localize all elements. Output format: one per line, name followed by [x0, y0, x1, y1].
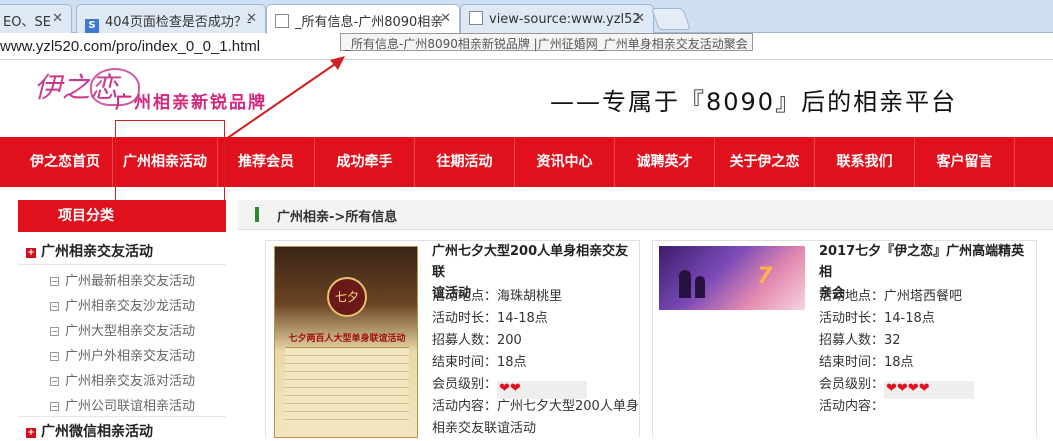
breadcrumb: 广州相亲->所有信息 — [237, 200, 1053, 230]
activity-end-time: 结束时间：18点 — [819, 355, 914, 370]
minus-icon: − — [50, 377, 59, 386]
sidebar-section[interactable]: + 广州相亲交友活动 — [26, 241, 153, 261]
sidebar-item-label: 广州大型相亲交友活动 — [65, 324, 196, 339]
nav-item-home[interactable]: 伊之恋首页 — [18, 137, 113, 187]
activity-content: 相亲交友联谊活动 — [432, 421, 537, 436]
minus-icon: − — [50, 327, 59, 336]
activity-content: 活动内容： — [819, 399, 885, 414]
couple-silhouette-icon — [695, 276, 705, 298]
minus-icon: − — [50, 302, 59, 311]
sidebar-item[interactable]: − 广州相亲交友派对活动 — [50, 370, 195, 389]
sidebar-item[interactable]: − 广州户外相亲交友活动 — [50, 345, 195, 364]
activity-recruit: 招募人数：200 — [432, 333, 522, 348]
divider — [18, 264, 226, 265]
sidebar-heading: 项目分类 — [18, 200, 226, 232]
sidebar-item-label: 广州相亲交友沙龙活动 — [65, 299, 196, 314]
activity-location: 活动地点：海珠胡桃里 — [432, 289, 563, 304]
sidebar-item[interactable]: − 广州最新相亲交友活动 — [50, 270, 195, 289]
activity-poster[interactable]: 7 — [659, 246, 805, 310]
activity-poster[interactable]: 七夕 七夕两百人大型单身联谊活动 — [274, 246, 418, 438]
title-line: 广州七夕大型200人单身相亲交友联 — [432, 244, 629, 280]
nav-item-past[interactable]: 往期活动 — [415, 137, 515, 187]
divider — [18, 416, 226, 417]
activity-duration: 活动时长：14-18点 — [819, 311, 935, 326]
nav-item-message[interactable]: 客户留言 — [915, 137, 1015, 187]
poster-subtitle: 七夕两百人大型单身联谊活动 — [288, 334, 406, 344]
sidebar-item-label: 广州户外相亲交友活动 — [65, 349, 196, 364]
level-label: 会员级别： — [432, 377, 498, 392]
poster-badge: 七夕 — [327, 277, 367, 317]
couple-silhouette-icon — [679, 270, 691, 298]
annotation-box — [115, 120, 225, 208]
nav-item-contact[interactable]: 联系我们 — [815, 137, 915, 187]
activity-card[interactable]: 七夕 七夕两百人大型单身联谊活动 广州七夕大型200人单身相亲交友联 谊活动 活… — [265, 240, 640, 438]
activity-recruit: 招募人数：32 — [819, 333, 901, 348]
section-label: 广州微信相亲活动 — [41, 424, 153, 440]
activity-location: 活动地点：广州塔西餐吧 — [819, 289, 963, 304]
activity-card[interactable]: 7 2017七夕『伊之恋』广州高端精英相 亲会 活动地点：广州塔西餐吧 活动时长… — [652, 240, 1037, 437]
minus-icon: − — [50, 352, 59, 361]
activity-content: 活动内容：广州七夕大型200人单身 — [432, 399, 639, 414]
sidebar-item[interactable]: − 广州大型相亲交友活动 — [50, 320, 195, 339]
level-label: 会员级别： — [819, 377, 885, 392]
minus-icon: − — [50, 277, 59, 286]
qixi-graphic: 7 — [757, 264, 773, 289]
nav-item-success[interactable]: 成功牵手 — [315, 137, 415, 187]
sidebar-section[interactable]: + 广州微信相亲活动 — [26, 421, 153, 441]
activity-duration: 活动时长：14-18点 — [432, 311, 548, 326]
sidebar-item-label: 广州相亲交友派对活动 — [65, 374, 196, 389]
sidebar-item[interactable]: − 广州相亲交友沙龙活动 — [50, 295, 195, 314]
breadcrumb-text: 广州相亲->所有信息 — [277, 210, 398, 225]
nav-item-members[interactable]: 推荐会员 — [218, 137, 315, 187]
poster-details — [285, 347, 409, 427]
heart-icon: ❤❤❤❤ — [884, 381, 975, 399]
sidebar-item[interactable]: − 广州公司联谊相亲活动 — [50, 395, 195, 414]
sidebar-item-label: 广州公司联谊相亲活动 — [65, 399, 196, 414]
breadcrumb-marker — [255, 207, 259, 222]
section-label: 广州相亲交友活动 — [41, 244, 153, 260]
nav-item-news[interactable]: 资讯中心 — [515, 137, 615, 187]
nav-item-jobs[interactable]: 诚聘英才 — [615, 137, 715, 187]
plus-icon: + — [26, 248, 36, 258]
nav-item-about[interactable]: 关于伊之恋 — [715, 137, 815, 187]
minus-icon: − — [50, 402, 59, 411]
sidebar-item-label: 广州最新相亲交友活动 — [65, 274, 196, 289]
activity-end-time: 结束时间：18点 — [432, 355, 527, 370]
title-line: 2017七夕『伊之恋』广州高端精英相 — [819, 244, 1025, 280]
